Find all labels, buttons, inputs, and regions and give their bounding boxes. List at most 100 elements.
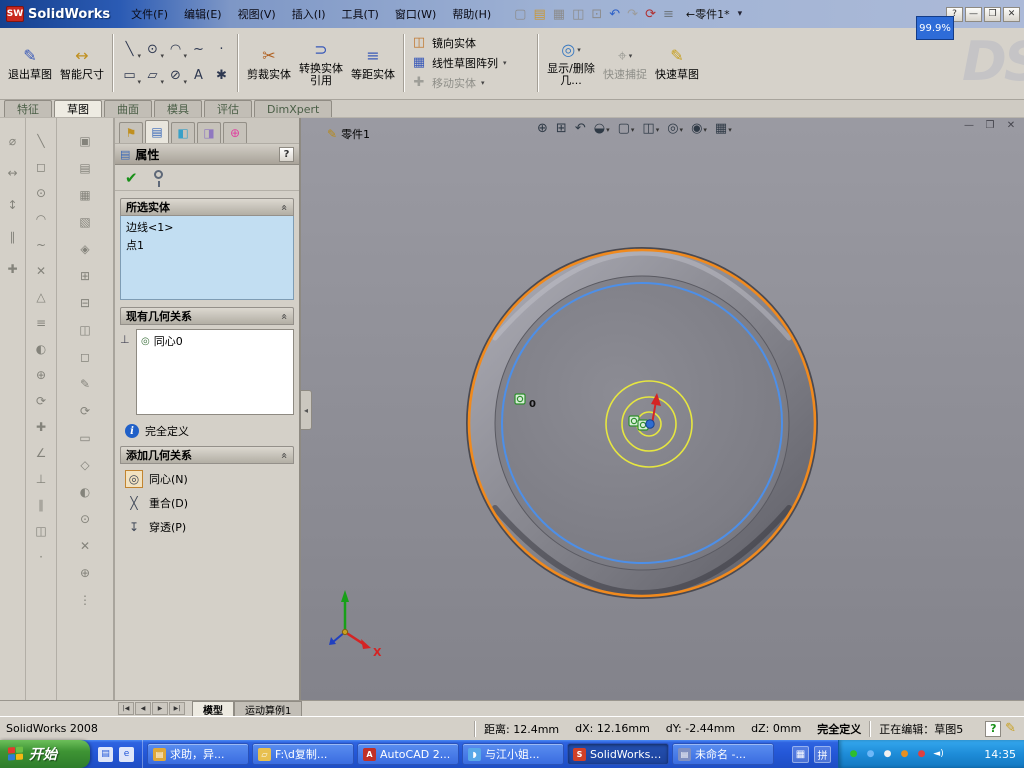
polygon-tool-icon[interactable]: △ bbox=[36, 290, 45, 304]
axis-icon[interactable]: ◇ bbox=[80, 458, 89, 472]
status-help-button[interactable]: ? bbox=[985, 720, 1002, 737]
menu-item[interactable]: 帮助(H) bbox=[445, 3, 498, 25]
circle-tool-icon[interactable]: ⊙ bbox=[36, 186, 46, 200]
selected-entity[interactable]: 边线<1> bbox=[126, 219, 288, 235]
print-preview-icon[interactable]: ⊡ bbox=[591, 7, 602, 22]
doc-close-button[interactable]: ✕ bbox=[1004, 120, 1018, 131]
circle-icon[interactable]: ⊙ bbox=[141, 37, 164, 63]
line-tool-icon[interactable]: ╲ bbox=[37, 134, 44, 148]
vertical-relation-icon[interactable]: ↕ bbox=[7, 198, 17, 212]
arc-icon[interactable]: ◠ bbox=[164, 37, 187, 63]
shell-icon[interactable]: ◈ bbox=[80, 242, 89, 256]
last-tab-button[interactable]: ▶| bbox=[169, 702, 185, 715]
menu-item[interactable]: 窗口(W) bbox=[388, 3, 443, 25]
options-icon[interactable]: ≡ bbox=[663, 7, 674, 22]
messenger-tray-icon[interactable]: ● bbox=[864, 749, 877, 759]
sketch-tab[interactable]: 草图 bbox=[54, 100, 102, 117]
smart-dimension-button[interactable]: ↔ 智能尺寸 bbox=[56, 44, 108, 81]
hide-show-items-icon[interactable]: ◎ bbox=[667, 121, 683, 136]
start-button[interactable]: 开始 bbox=[0, 740, 90, 768]
pattern-tool-icon[interactable]: ≡ bbox=[36, 316, 46, 330]
spline-tool-icon[interactable]: ~ bbox=[36, 238, 46, 252]
display-style-icon[interactable]: ◫ bbox=[642, 121, 659, 136]
ime-lang-icon[interactable]: 拼 bbox=[814, 745, 831, 763]
parallel-relation-icon[interactable]: ∥ bbox=[10, 230, 16, 244]
slot-icon[interactable]: ▱ bbox=[141, 63, 165, 89]
rectangle-icon[interactable]: ▭ bbox=[118, 63, 141, 89]
arc-tool-icon[interactable]: ◠ bbox=[36, 212, 46, 226]
appearance-icon[interactable]: ◉ bbox=[691, 121, 707, 136]
rectangle-tool-icon[interactable]: ◻ bbox=[36, 160, 46, 174]
ellipse-icon[interactable]: ⊘ bbox=[164, 63, 187, 89]
convert-entities-button[interactable]: ⊃ 转换实体引用 bbox=[295, 38, 347, 87]
task-button-solidworks[interactable]: S SolidWorks ... bbox=[567, 743, 669, 765]
ok-button[interactable]: ✔ bbox=[125, 169, 138, 187]
rotate-tool-icon[interactable]: ⟳ bbox=[36, 394, 46, 408]
plane-icon[interactable]: ▭ bbox=[79, 431, 90, 445]
loft-icon[interactable]: ▧ bbox=[79, 215, 90, 229]
spline-icon[interactable]: ~ bbox=[187, 37, 210, 63]
rapid-sketch-button[interactable]: ✎ 快速草图 bbox=[651, 44, 703, 81]
sketch-edit-icon[interactable]: ✎ bbox=[80, 377, 90, 391]
selected-entities-header[interactable]: 所选实体 « bbox=[120, 198, 294, 216]
feature-manager-tab[interactable]: ⚑ bbox=[119, 122, 143, 143]
next-tab-button[interactable]: ▶ bbox=[152, 702, 168, 715]
zoom-area-icon[interactable]: ⊞ bbox=[556, 121, 567, 136]
mirror-entities-button[interactable]: ◫ 镜向实体 bbox=[411, 35, 533, 51]
antivirus-tray-icon[interactable]: ● bbox=[847, 749, 860, 759]
point-icon[interactable]: · bbox=[210, 37, 233, 63]
delete-feature-icon[interactable]: ✕ bbox=[80, 539, 90, 553]
doc-minimize-button[interactable]: — bbox=[962, 120, 976, 131]
existing-relations-header[interactable]: 现有几何关系 « bbox=[120, 307, 294, 325]
add-relations-header[interactable]: 添加几何关系 « bbox=[120, 446, 294, 464]
property-manager-tab[interactable]: ▤ bbox=[145, 120, 169, 143]
graphics-area[interactable]: 0 X ✎ 零件1 ⊕ ⊞ ↶ ◒ ▢ ◫ ◎ ◉ ▦ bbox=[301, 118, 1024, 700]
ie-icon[interactable]: e bbox=[119, 746, 134, 762]
feature-pattern-icon[interactable]: ⊞ bbox=[80, 269, 90, 283]
erase-tool-icon[interactable]: ✕ bbox=[36, 264, 46, 278]
concentric-relation-option[interactable]: ◎ 同心(N) bbox=[125, 468, 299, 489]
save-icon[interactable]: ▦ bbox=[553, 7, 565, 22]
extrude-icon[interactable]: ▣ bbox=[79, 134, 90, 148]
display-delete-relations-button[interactable]: ◎ ▾ 显示/删除几... bbox=[543, 38, 599, 87]
motion-study-tab[interactable]: 运动算例1 bbox=[234, 701, 303, 717]
horizontal-relation-icon[interactable]: ↔ bbox=[7, 166, 17, 180]
new-document-icon[interactable]: ▢ bbox=[514, 7, 526, 22]
revolve-icon[interactable]: ▤ bbox=[79, 161, 90, 175]
menu-item[interactable]: 编辑(E) bbox=[177, 3, 229, 25]
scene-icon[interactable]: ▦ bbox=[715, 121, 732, 136]
concentric-relation-item[interactable]: ◎ 同心0 bbox=[141, 333, 289, 349]
mirror-tool-icon[interactable]: ◫ bbox=[35, 524, 46, 538]
add-feature-icon[interactable]: ⊕ bbox=[80, 566, 90, 580]
download-tray-icon[interactable]: ● bbox=[898, 749, 911, 759]
task-button-untitled[interactable]: ▤ 未命名 -... bbox=[672, 743, 774, 765]
menu-item[interactable]: 插入(I) bbox=[285, 3, 333, 25]
view-orientation-icon[interactable]: ▢ bbox=[618, 121, 635, 136]
features-tab[interactable]: 特征 bbox=[4, 100, 52, 117]
panel-help-button[interactable]: ? bbox=[279, 146, 294, 162]
star-icon[interactable]: ✱ bbox=[210, 63, 233, 89]
prev-tab-button[interactable]: ◀ bbox=[135, 702, 151, 715]
display-manager-tab[interactable]: ⊕ bbox=[223, 122, 247, 143]
open-icon[interactable]: ▤ bbox=[533, 7, 545, 22]
redo-icon[interactable]: ↷ bbox=[627, 7, 638, 22]
menu-item[interactable]: 视图(V) bbox=[231, 3, 283, 25]
print-icon[interactable]: ◫ bbox=[572, 7, 584, 22]
dimxpert-tab[interactable]: DimXpert bbox=[254, 100, 333, 117]
exit-sketch-button[interactable]: ✎ 退出草图 bbox=[4, 44, 56, 81]
rebuild-icon[interactable]: ⟳ bbox=[645, 7, 656, 22]
fillet-feature-icon[interactable]: ◐ bbox=[80, 485, 90, 499]
security-tray-icon[interactable]: ● bbox=[915, 749, 928, 759]
mold-tab[interactable]: 模具 bbox=[154, 100, 202, 117]
model-tree-label[interactable]: ✎ 零件1 bbox=[327, 126, 370, 142]
model-tab[interactable]: 模型 bbox=[192, 701, 234, 717]
rebuild-tree-icon[interactable]: ⟳ bbox=[80, 404, 90, 418]
angle-tool-icon[interactable]: ∠ bbox=[36, 446, 47, 460]
offset-tool-icon[interactable]: ⊕ bbox=[36, 368, 46, 382]
surfaces-tab[interactable]: 曲面 bbox=[104, 100, 152, 117]
section-view-icon[interactable]: ◒ bbox=[594, 121, 610, 136]
zoom-fit-icon[interactable]: ⊕ bbox=[537, 121, 548, 136]
previous-view-icon[interactable]: ↶ bbox=[575, 121, 586, 136]
toolbar-options-icon[interactable]: ▾ bbox=[738, 9, 743, 19]
close-button[interactable]: ✕ bbox=[1003, 6, 1020, 22]
